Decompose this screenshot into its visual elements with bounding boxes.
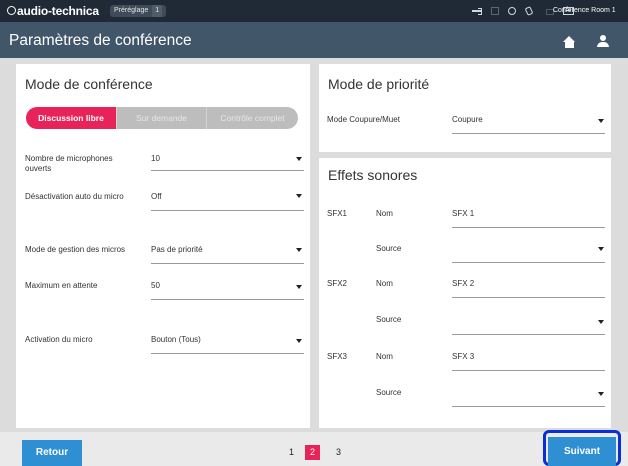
sfx3-source-underline xyxy=(452,406,605,407)
max-waiting-label: Maximum en attente xyxy=(25,281,98,290)
sfx1-name-underline xyxy=(452,227,605,228)
sfx2-name-underline xyxy=(452,297,605,298)
open-mics-label: Nombre de microphones ouverts xyxy=(25,154,113,173)
logo-ring-icon xyxy=(7,6,16,15)
chevron-down-icon[interactable] xyxy=(598,320,604,324)
sfx1-name-label: Nom xyxy=(376,209,393,218)
chevron-down-icon[interactable] xyxy=(598,392,604,396)
room-name: Conference Room 1 xyxy=(553,7,616,14)
sfx1-source-label: Source xyxy=(376,244,402,253)
auto-off-label: Désactivation auto du micro xyxy=(25,192,124,201)
chevron-down-icon[interactable] xyxy=(296,248,302,252)
sfx3-name-underline xyxy=(452,370,605,371)
sound-effects-title: Effets sonores xyxy=(328,167,418,183)
chevron-down-icon[interactable] xyxy=(296,285,302,289)
sfx1-name-input[interactable]: SFX 1 xyxy=(452,209,474,218)
preset-number: 1 xyxy=(152,5,163,17)
mic-management-underline xyxy=(151,263,304,264)
top-status-bar: audio-technica Préréglage 1 Conference Ro… xyxy=(0,0,628,22)
conference-mode-selector: Discussion libre Sur demande Contrôle co… xyxy=(26,107,298,129)
sfx3-name-input[interactable]: SFX 3 xyxy=(452,352,474,361)
open-mics-value[interactable]: 10 xyxy=(151,154,160,163)
page-2-current[interactable]: 2 xyxy=(305,445,320,460)
page-3-link[interactable]: 3 xyxy=(331,445,346,460)
chevron-down-icon[interactable] xyxy=(296,194,302,198)
usb-icon xyxy=(472,7,482,15)
chevron-down-icon[interactable] xyxy=(296,157,302,161)
auto-off-underline xyxy=(151,210,304,211)
sfx1-label: SFX1 xyxy=(327,209,348,218)
priority-mode-title: Mode de priorité xyxy=(328,76,430,92)
conference-mode-panel: Mode de conférence Discussion libre Sur … xyxy=(16,64,310,428)
mic-activation-underline xyxy=(151,353,304,354)
max-waiting-underline xyxy=(151,299,304,300)
max-waiting-value[interactable]: 50 xyxy=(151,281,160,290)
sfx2-name-input[interactable]: SFX 2 xyxy=(452,279,474,288)
conference-mode-title: Mode de conférence xyxy=(25,76,153,92)
brand-logo: audio-technica xyxy=(7,4,99,18)
page-1-link[interactable]: 1 xyxy=(284,445,299,460)
cut-mute-underline xyxy=(452,133,605,134)
sfx2-source-label: Source xyxy=(376,315,402,324)
preset-label: Préréglage xyxy=(114,7,149,14)
next-button[interactable]: Suivant xyxy=(548,437,616,466)
preset-badge: Préréglage 1 xyxy=(110,5,167,17)
chevron-down-icon[interactable] xyxy=(598,247,604,251)
sfx3-source-label: Source xyxy=(376,388,402,397)
back-button[interactable]: Retour xyxy=(22,440,82,466)
segment-sur-demande[interactable]: Sur demande xyxy=(116,107,206,129)
sfx2-source-underline xyxy=(452,334,605,335)
page-title: Paramètres de conférence xyxy=(9,32,192,49)
microphone-icon xyxy=(525,7,535,15)
brand-name: audio-technica xyxy=(17,4,99,18)
sfx3-label: SFX3 xyxy=(327,352,348,361)
open-mics-underline xyxy=(151,170,304,171)
sfx3-name-label: Nom xyxy=(376,352,393,361)
user-icon[interactable] xyxy=(597,35,609,48)
mic-management-value[interactable]: Pas de priorité xyxy=(151,245,203,254)
chevron-down-icon[interactable] xyxy=(296,339,302,343)
segment-controle-complet[interactable]: Contrôle complet xyxy=(206,107,298,129)
segment-discussion-libre[interactable]: Discussion libre xyxy=(26,107,116,129)
cut-mute-label: Mode Coupure/Muet xyxy=(327,115,400,124)
sfx2-name-label: Nom xyxy=(376,279,393,288)
network-icon xyxy=(491,7,499,15)
mic-activation-value[interactable]: Bouton (Tous) xyxy=(151,335,201,344)
chevron-down-icon[interactable] xyxy=(598,119,604,123)
auto-off-value[interactable]: Off xyxy=(151,192,162,201)
sound-effects-panel: Effets sonores SFX1 Nom SFX 1 Source SFX… xyxy=(319,158,611,428)
sfx1-source-underline xyxy=(452,262,605,263)
title-bar: Paramètres de conférence xyxy=(0,22,628,58)
priority-mode-panel: Mode de priorité Mode Coupure/Muet Coupu… xyxy=(319,64,611,152)
sfx2-label: SFX2 xyxy=(327,279,348,288)
settings-status-icon xyxy=(508,7,516,15)
cut-mute-value[interactable]: Coupure xyxy=(452,115,483,124)
mic-activation-label: Activation du micro xyxy=(25,335,93,344)
home-icon[interactable] xyxy=(563,36,576,48)
mic-management-label: Mode de gestion des micros xyxy=(25,245,126,254)
